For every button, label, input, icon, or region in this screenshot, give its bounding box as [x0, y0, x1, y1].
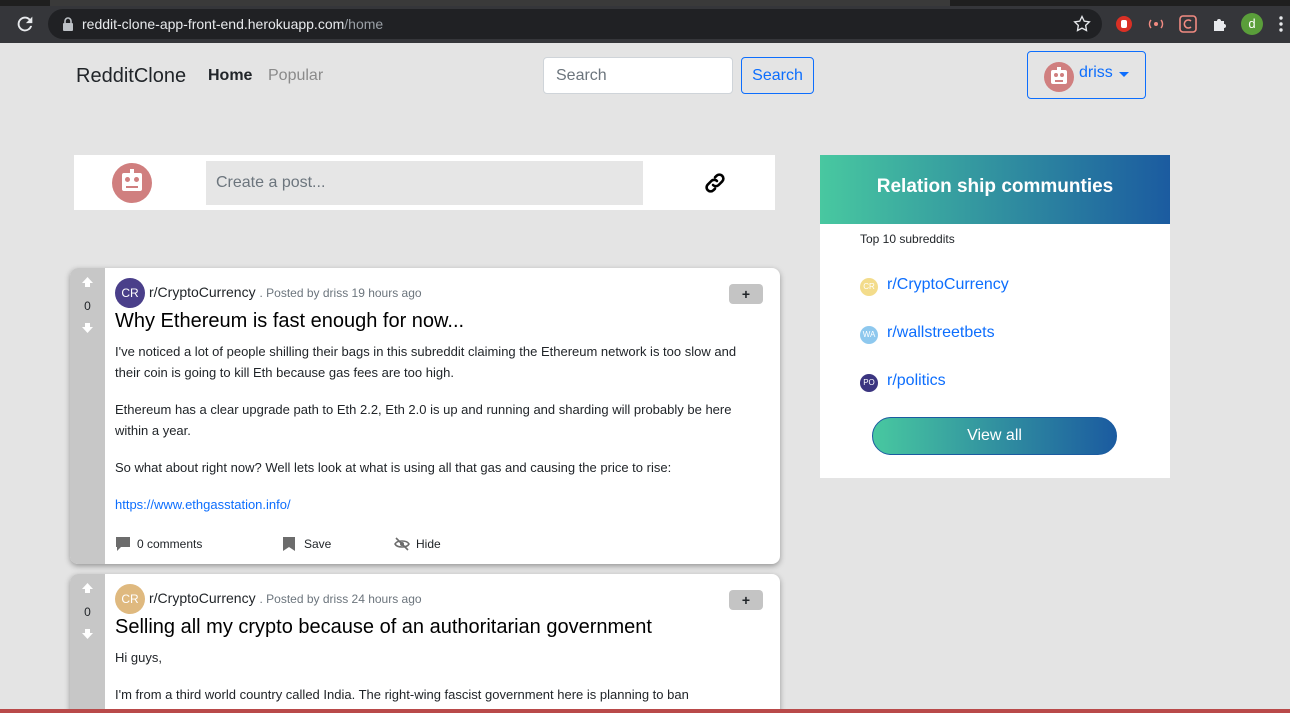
lock-icon [63, 17, 73, 31]
communities-sidebar: Relation ship communties Top 10 subreddi… [820, 155, 1170, 478]
community-link[interactable]: r/CryptoCurrency [887, 276, 1009, 294]
extension-c-icon[interactable] [1179, 15, 1197, 33]
sidebar-subtitle: Top 10 subreddits [860, 232, 955, 246]
comment-icon [116, 537, 130, 551]
vote-column: 0 [70, 574, 105, 713]
post-card: 0 CR r/CryptoCurrency . Posted by driss … [70, 574, 780, 713]
search-input[interactable] [543, 57, 733, 94]
downvote-icon[interactable] [81, 628, 94, 640]
create-post-bar [74, 155, 775, 210]
brand-logo[interactable]: RedditClone [76, 65, 186, 88]
post-meta: r/CryptoCurrency . Posted by driss 19 ho… [149, 284, 422, 300]
nav-home-link[interactable]: Home [208, 67, 252, 85]
subreddit-link[interactable]: r/CryptoCurrency [149, 590, 256, 606]
post-byline: . Posted by driss 24 hours ago [259, 592, 422, 606]
vote-column: 0 [70, 268, 105, 564]
eye-slash-icon [394, 537, 410, 551]
vote-count: 0 [84, 605, 91, 619]
post-card: 0 CR r/CryptoCurrency . Posted by driss … [70, 268, 780, 564]
post-paragraph: So what about right now? Well lets look … [115, 460, 672, 475]
subreddit-avatar: CR [115, 584, 145, 614]
post-title[interactable]: Why Ethereum is fast enough for now... [115, 310, 464, 333]
user-name: driss [1079, 64, 1113, 81]
post-paragraph: I'm from a third world country called In… [115, 687, 689, 702]
bookmark-icon [283, 537, 295, 551]
search-button[interactable]: Search [741, 57, 814, 94]
post-actions: 0 comments Save Hide [115, 534, 755, 554]
comments-button[interactable]: 0 comments [115, 534, 225, 554]
browser-menu-icon[interactable] [1278, 15, 1284, 33]
extension-broadcast-icon[interactable] [1147, 15, 1165, 33]
save-button[interactable]: Save [281, 534, 351, 554]
user-menu-button[interactable]: driss [1027, 51, 1146, 99]
post-paragraph: Ethereum has a clear upgrade path to Eth… [115, 402, 732, 438]
address-bar[interactable]: reddit-clone-app-front-end.herokuapp.com… [48, 9, 1102, 39]
extensions-puzzle-icon[interactable] [1211, 15, 1229, 33]
chevron-down-icon [1119, 72, 1129, 77]
post-title[interactable]: Selling all my crypto because of an auth… [115, 616, 652, 639]
downvote-icon[interactable] [81, 322, 94, 334]
browser-toolbar: reddit-clone-app-front-end.herokuapp.com… [0, 6, 1290, 43]
hide-label: Hide [416, 537, 441, 551]
avatar [112, 163, 152, 203]
view-all-button[interactable]: View all [872, 417, 1117, 455]
upvote-icon[interactable] [81, 582, 94, 594]
vote-count: 0 [84, 299, 91, 313]
subreddit-link[interactable]: r/CryptoCurrency [149, 284, 256, 300]
create-post-input[interactable] [206, 161, 643, 205]
profile-avatar[interactable]: d [1241, 13, 1263, 35]
post-byline: . Posted by driss 19 hours ago [259, 286, 422, 300]
user-avatar [1044, 62, 1074, 92]
subreddit-avatar: CR [115, 278, 145, 308]
reload-icon[interactable] [14, 13, 36, 35]
sidebar-header: Relation ship communties [820, 155, 1170, 224]
community-link[interactable]: r/politics [887, 372, 946, 390]
join-button[interactable]: + [729, 590, 763, 610]
comments-label: 0 comments [137, 537, 203, 551]
link-icon[interactable] [703, 171, 727, 195]
community-avatar: CR [860, 278, 878, 296]
post-paragraph: I've noticed a lot of people shilling th… [115, 344, 737, 380]
url-text: reddit-clone-app-front-end.herokuapp.com… [82, 16, 383, 32]
bottom-edge [0, 709, 1290, 713]
post-paragraph: Hi guys, [115, 650, 162, 665]
url-host: reddit-clone-app-front-end.herokuapp.com [82, 16, 345, 32]
community-avatar: PO [860, 374, 878, 392]
sidebar-title: Relation ship communties [876, 176, 1114, 197]
extension-hand-icon[interactable] [1115, 15, 1133, 33]
community-link[interactable]: r/wallstreetbets [887, 324, 995, 342]
url-path: /home [344, 16, 384, 32]
join-button[interactable]: + [729, 284, 763, 304]
hide-button[interactable]: Hide [394, 534, 464, 554]
save-label: Save [304, 537, 332, 551]
nav-popular-link[interactable]: Popular [268, 67, 323, 85]
post-external-link[interactable]: https://www.ethgasstation.info/ [115, 497, 291, 512]
upvote-icon[interactable] [81, 276, 94, 288]
post-meta: r/CryptoCurrency . Posted by driss 24 ho… [149, 590, 422, 606]
community-avatar: WA [860, 326, 878, 344]
bookmark-star-icon[interactable] [1072, 14, 1092, 34]
